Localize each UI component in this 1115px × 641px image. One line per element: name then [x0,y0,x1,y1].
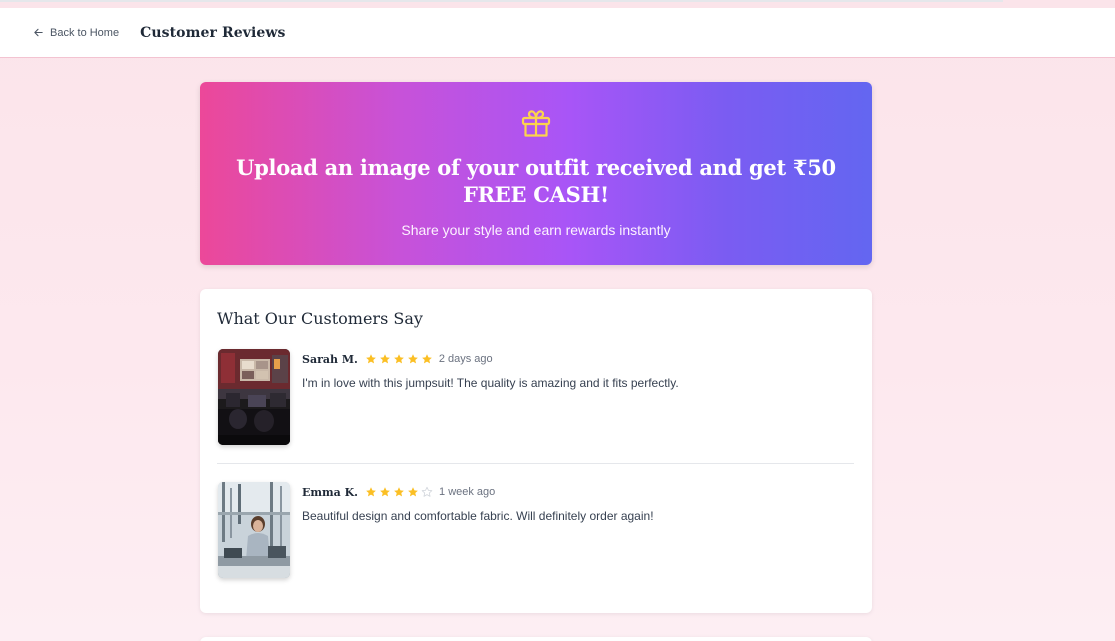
review-meta: Emma K. 1 week ago [302,485,495,499]
review-date: 2 days ago [438,353,493,365]
reviewer-name: Emma K. [302,485,359,499]
arrow-left-icon [34,28,43,37]
reviewer-name: Sarah M. [302,352,358,366]
review-photo[interactable] [218,482,290,578]
star-empty-icon [421,486,433,497]
next-section-card [200,637,872,641]
promo-banner: Upload an image of your outfit received … [200,82,872,265]
star-rating [365,486,433,498]
review-date: 1 week ago [439,486,496,498]
top-divider [0,0,1003,2]
reviews-heading: What Our Customers Say [217,309,423,328]
star-filled-icon [408,487,418,497]
star-filled-icon [394,487,404,497]
review-meta: Sarah M. 2 days ago [302,352,493,366]
gift-icon [521,110,551,137]
star-filled-icon [366,487,376,497]
star-filled-icon [365,354,376,364]
star-filled-icon [379,354,390,364]
review-text: I'm in love with this jumpsuit! The qual… [302,376,679,390]
review-divider [217,463,854,464]
star-filled-icon [380,487,390,497]
promo-title: Upload an image of your outfit received … [236,155,836,207]
star-filled-icon [421,354,432,364]
back-link-label: Back to Home [50,26,120,39]
page-header: Back to Home Customer Reviews [0,8,1115,58]
review-photo[interactable] [218,349,290,445]
star-filled-icon [407,354,418,364]
star-filled-icon [393,354,404,364]
star-rating [365,353,433,365]
back-to-home-link[interactable]: Back to Home [33,27,119,39]
promo-subtitle: Share your style and earn rewards instan… [401,222,671,238]
review-text: Beautiful design and comfortable fabric.… [302,509,654,523]
reviews-card: What Our Customers Say Sarah M. 2 days a… [200,289,872,613]
page-title: Customer Reviews [140,24,286,41]
